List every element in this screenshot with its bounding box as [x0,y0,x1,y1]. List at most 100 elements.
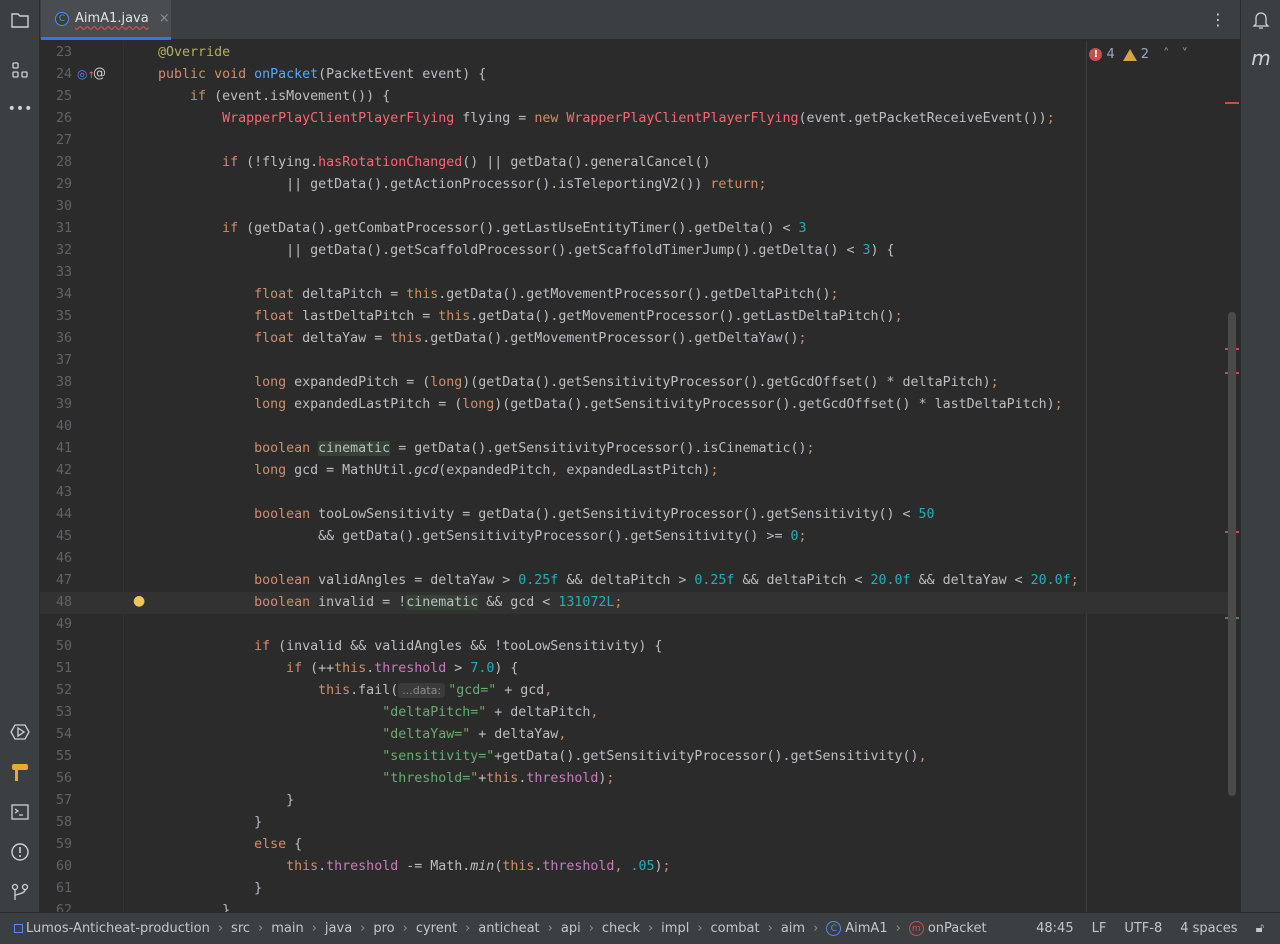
code-line[interactable]: 33 [40,262,1230,284]
more-options-icon[interactable]: ⋮ [1210,10,1226,29]
structure-icon[interactable] [8,58,32,82]
line-number: 50 [55,639,72,654]
problems-icon[interactable] [8,840,32,864]
plugin-m-icon[interactable]: m [1249,46,1273,70]
code-line[interactable]: 56 "threshold="+this.threshold); [40,768,1230,790]
code-line[interactable]: 24 public void onPacket(PacketEvent even… [40,64,1230,86]
terminal-icon[interactable] [8,800,32,824]
more-tools-icon[interactable]: ••• [8,97,33,121]
intention-bulb-icon[interactable]: ● [133,593,145,609]
next-issue-icon[interactable]: ˅ [1182,47,1189,62]
code-line[interactable]: 43 [40,482,1230,504]
code-token: || getData().getScaffoldProcessor().getS… [126,243,863,258]
code-line[interactable]: 37 [40,350,1230,372]
code-line[interactable]: 40 [40,416,1230,438]
code-token: + deltaYaw [470,727,559,742]
indent-setting[interactable]: 4 spaces [1180,921,1237,936]
tab-aima1-java[interactable]: C AimA1.java × [41,0,171,40]
code-token: long [254,397,295,412]
breadcrumb-item[interactable]: Lumos-Anticheat-production [26,921,210,936]
code-line[interactable]: 46 [40,548,1230,570]
breadcrumb-item[interactable]: anticheat [478,921,539,936]
line-number: 57 [55,793,72,808]
code-text: float deltaPitch = this.getData().getMov… [126,284,838,306]
breadcrumb-item[interactable]: check [602,921,640,936]
breadcrumb-item[interactable]: combat [711,921,760,936]
code-line[interactable]: 54 "deltaYaw=" + deltaYaw, [40,724,1230,746]
code-line[interactable]: 38 long expandedPitch = (long)(getData()… [40,372,1230,394]
file-encoding[interactable]: UTF-8 [1124,921,1162,936]
breadcrumb-item[interactable]: java [325,921,352,936]
code-token: } [126,815,263,830]
close-tab-icon[interactable]: × [159,11,170,26]
error-icon: ! [1089,48,1103,61]
breadcrumb-item[interactable]: cyrent [416,921,457,936]
breadcrumb-separator: › [217,921,224,936]
code-line[interactable]: 32 || getData().getScaffoldProcessor().g… [40,240,1230,262]
run-icon[interactable] [8,720,32,744]
code-line[interactable]: 36 float deltaYaw = this.getData().getMo… [40,328,1230,350]
code-line[interactable]: 53 "deltaPitch=" + deltaPitch, [40,702,1230,724]
code-line[interactable]: 44 boolean tooLowSensitivity = getData()… [40,504,1230,526]
breadcrumb-item[interactable]: impl [661,921,689,936]
line-ending[interactable]: LF [1092,921,1107,936]
previous-issue-icon[interactable]: ˄ [1163,47,1170,62]
breadcrumb-item[interactable]: pro [373,921,394,936]
code-token: this [438,309,471,324]
read-only-lock-icon[interactable]: 🔓︎ [1256,921,1264,936]
vertical-scrollbar[interactable] [1228,312,1236,796]
code-line[interactable]: 58 } [40,812,1230,834]
notifications-bell-icon[interactable] [1249,8,1273,32]
breadcrumb-item[interactable]: onPacket [928,921,987,936]
code-token: WrapperPlayClientPlayerFlying [222,111,455,126]
code-line[interactable]: 25 if (event.isMovement()) { [40,86,1230,108]
breadcrumb-item[interactable]: aim [781,921,805,936]
code-token: 20.0f [1030,573,1071,588]
code-line[interactable]: 41 boolean cinematic = getData().getSens… [40,438,1230,460]
code-line[interactable]: 48 boolean invalid = !cinematic && gcd <… [40,592,1230,614]
code-token: .fail( [350,683,399,698]
annotation-gutter-icon[interactable]: @ [93,66,106,81]
breadcrumb-item[interactable]: api [561,921,581,936]
code-line[interactable]: 62 } [40,900,1230,912]
code-line[interactable]: 27 [40,130,1230,152]
code-line[interactable]: 34 float deltaPitch = this.getData().get… [40,284,1230,306]
code-line[interactable]: 35 float lastDeltaPitch = this.getData()… [40,306,1230,328]
git-branch-icon[interactable] [8,880,32,904]
code-line[interactable]: 52 this.fail(...data: "gcd=" + gcd, [40,680,1230,702]
code-editor[interactable]: 23 @Override 24 public void onPacket(Pack… [40,41,1240,912]
code-line[interactable]: 28 if (!flying.hasRotationChanged() || g… [40,152,1230,174]
code-line[interactable]: 60 this.threshold -= Math.min(this.thres… [40,856,1230,878]
code-line[interactable]: 39 long expandedLastPitch = (long)(getDa… [40,394,1230,416]
error-stripe-mark[interactable] [1225,102,1239,104]
breadcrumb-item[interactable]: main [271,921,303,936]
code-line[interactable]: 29 || getData().getActionProcessor().isT… [40,174,1230,196]
code-line[interactable]: 26 WrapperPlayClientPlayerFlying flying … [40,108,1230,130]
code-token: ; [710,463,719,478]
line-number: 31 [55,221,72,236]
code-line[interactable]: 45 && getData().getSensitivityProcessor(… [40,526,1230,548]
inspection-widget[interactable]: ! 4 2 ˄ ˅ [1089,47,1188,62]
breadcrumb-item[interactable]: src [231,921,250,936]
build-hammer-icon[interactable] [8,760,32,784]
code-line[interactable]: 55 "sensitivity="+getData().getSensitivi… [40,746,1230,768]
code-line[interactable]: 49 [40,614,1230,636]
caret-position[interactable]: 48:45 [1036,921,1073,936]
code-token: this [486,771,519,786]
code-line[interactable]: 61 } [40,878,1230,900]
project-folder-icon[interactable] [8,8,32,32]
code-line[interactable]: 50 if (invalid && validAngles && !tooLow… [40,636,1230,658]
code-line[interactable]: 30 [40,196,1230,218]
code-line[interactable]: 23 @Override [40,42,1230,64]
code-line[interactable]: 42 long gcd = MathUtil.gcd(expandedPitch… [40,460,1230,482]
code-line[interactable]: 57 } [40,790,1230,812]
code-line[interactable]: 47 boolean validAngles = deltaYaw > 0.25… [40,570,1230,592]
code-line[interactable]: 31 if (getData().getCombatProcessor().ge… [40,218,1230,240]
code-line[interactable]: 51 if (++this.threshold > 7.0) { [40,658,1230,680]
code-line[interactable]: 59 else { [40,834,1230,856]
code-token: ) { [870,243,895,258]
breadcrumb-item[interactable]: AimA1 [845,921,887,936]
